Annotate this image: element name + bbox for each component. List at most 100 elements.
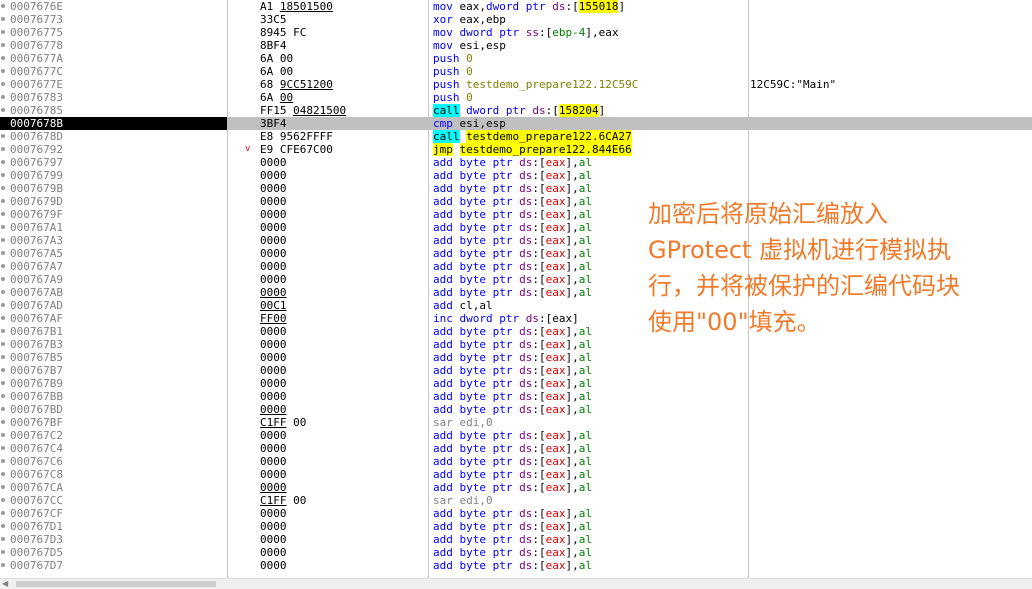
disassembly-cell: mov eax,dword ptr ds:[155018] [433,0,625,13]
instruction-row[interactable]: 000767BB 0000 add byte ptr ds:[eax],al [0,390,1032,403]
asm-token: add [433,351,453,364]
instruction-row[interactable]: 000767D3 0000 add byte ptr ds:[eax],al [0,533,1032,546]
disassembly-cell: add byte ptr ds:[eax],al [433,442,592,455]
instruction-row[interactable]: 000767C2 0000 add byte ptr ds:[eax],al [0,429,1032,442]
asm-token: add [433,507,453,520]
disassembly-cell: add byte ptr ds:[eax],al [433,208,592,221]
asm-token [453,377,460,390]
asm-token: al [578,260,592,273]
address-cell: 000767A7 [10,260,63,273]
instruction-row[interactable]: 00076785 FF15 04821500 call dword ptr ds:[… [0,104,1032,117]
instruction-row[interactable]: 0007678D E8 9562FFFF call testdemo_prepare… [0,130,1032,143]
instruction-row[interactable]: 0007679B 0000 add byte ptr ds:[eax],al [0,182,1032,195]
instruction-row[interactable]: 000767CF 0000 add byte ptr ds:[eax],al [0,507,1032,520]
byte-token: 0000 [260,455,287,468]
bytes-cell: 0000 [260,208,287,221]
instruction-row[interactable]: 000767B7 0000 add byte ptr ds:[eax],al [0,364,1032,377]
asm-token: :[ [532,260,546,273]
instruction-row[interactable]: 000767C8 0000 add byte ptr ds:[eax],al [0,468,1032,481]
asm-token: ds [519,273,533,286]
asm-token: ds [519,364,533,377]
horizontal-scrollbar[interactable]: ◀ [0,578,1032,589]
asm-token: byte ptr [459,234,513,247]
instruction-row[interactable]: 000767CC C1FF 00 sar edi,0 [0,494,1032,507]
instruction-row[interactable]: 00076792 v E9 CFE67C00 jmp testdemo_prepare… [0,143,1032,156]
asm-token: call [433,104,460,117]
asm-token: :[ [532,169,546,182]
instruction-row[interactable]: 00076797 0000 add byte ptr ds:[eax],al [0,156,1032,169]
instruction-row[interactable]: 00076778 8BF4 mov esi,esp [0,39,1032,52]
asm-token: add [433,286,453,299]
asm-token: ], [565,546,579,559]
byte-token: 0000 [260,260,287,273]
byte-token: FF00 [260,312,287,325]
instruction-row[interactable]: 00076783 6A 00 push 0 [0,91,1032,104]
instruction-row[interactable]: 0007677C 6A 00 push 0 [0,65,1032,78]
asm-token: :[ [538,26,553,39]
instruction-row[interactable]: 00076775 8945 FC mov dword ptr ss:[ebp-4],… [0,26,1032,39]
asm-token: add [433,325,453,338]
address-cell: 000767B9 [10,377,63,390]
selected-instruction-row[interactable]: 0007678B 3BF4 cmp esi,esp [0,117,1032,130]
disassembly-cell: sar edi,0 [433,416,493,429]
byte-token: 6A [260,91,280,104]
asm-token: ], [565,260,579,273]
disassembly-cell: add byte ptr ds:[eax],al [433,156,592,169]
asm-token: testdemo_prepare122.12C59C [466,78,639,91]
asm-token: al [578,325,592,338]
asm-token [453,429,460,442]
scroll-thumb[interactable] [16,581,216,587]
asm-token [453,312,460,325]
asm-token: al [578,559,592,572]
asm-token: byte ptr [459,546,513,559]
instruction-row[interactable]: 000767C4 0000 add byte ptr ds:[eax],al [0,442,1032,455]
jump-arrow-icon: v [245,144,251,154]
asm-token: eax [545,403,566,416]
asm-token: eax [545,208,566,221]
asm-token: byte ptr [459,377,513,390]
asm-token: dword ptr [459,312,520,325]
asm-token: add [433,468,453,481]
instruction-row[interactable]: 0007677E 68 9CC51200 push testdemo_prepare… [0,78,1032,91]
instruction-row[interactable]: 0007676E A1 18501500 mov eax,dword ptr ds:… [0,0,1032,13]
disassembly-view[interactable]: 0007676E A1 18501500 mov eax,dword ptr ds:… [0,0,1032,578]
instruction-row[interactable]: 000767CA 0000 add byte ptr ds:[eax],al [0,481,1032,494]
instruction-row[interactable]: 000767B5 0000 add byte ptr ds:[eax],al [0,351,1032,364]
asm-token: ], [565,442,579,455]
disassembly-cell: add byte ptr ds:[eax],al [433,559,592,572]
instruction-row[interactable]: 000767B9 0000 add byte ptr ds:[eax],al [0,377,1032,390]
instruction-row[interactable]: 000767BF C1FF 00 sar edi,0 [0,416,1032,429]
instruction-row[interactable]: 0007677A 6A 00 push 0 [0,52,1032,65]
instruction-row[interactable]: 00076773 33C5 xor eax,ebp [0,13,1032,26]
asm-token: ],eax [585,26,619,39]
instruction-row[interactable]: 000767C6 0000 add byte ptr ds:[eax],al [0,455,1032,468]
asm-token: testdemo_prepare122.6CA27 [466,130,632,143]
disassembly-cell: push 0 [433,52,473,65]
instruction-row[interactable]: 000767D5 0000 add byte ptr ds:[eax],al [0,546,1032,559]
disassembly-cell: add byte ptr ds:[eax],al [433,390,592,403]
asm-token: ], [565,195,579,208]
asm-token: :[ [532,221,546,234]
asm-token: :[ [532,273,546,286]
disassembly-cell: jmp testdemo_prepare122.844E66 [433,143,632,156]
scroll-left-icon[interactable]: ◀ [2,579,12,589]
instruction-row[interactable]: 00076799 0000 add byte ptr ds:[eax],al [0,169,1032,182]
asm-token: ], [565,481,579,494]
asm-token: :[ [532,546,546,559]
asm-token: eax [545,533,566,546]
disassembly-cell: inc dword ptr ds:[eax] [433,312,579,325]
bytes-cell: 0000 [260,182,287,195]
instruction-row[interactable]: 000767D7 0000 add byte ptr ds:[eax],al [0,559,1032,572]
byte-token: 0000 [260,286,287,299]
instruction-row[interactable]: 000767D1 0000 add byte ptr ds:[eax],al [0,520,1032,533]
asm-token: add [433,182,453,195]
address-cell: 000767A3 [10,234,63,247]
asm-token: ], [565,364,579,377]
asm-token: ds [519,221,533,234]
address-cell: 000767AF [10,312,63,325]
instruction-row[interactable]: 000767BD 0000 add byte ptr ds:[eax],al [0,403,1032,416]
disassembly-cell: add byte ptr ds:[eax],al [433,403,592,416]
asm-token [453,533,460,546]
asm-token: al [578,169,592,182]
bytes-cell: 8BF4 [260,39,287,52]
